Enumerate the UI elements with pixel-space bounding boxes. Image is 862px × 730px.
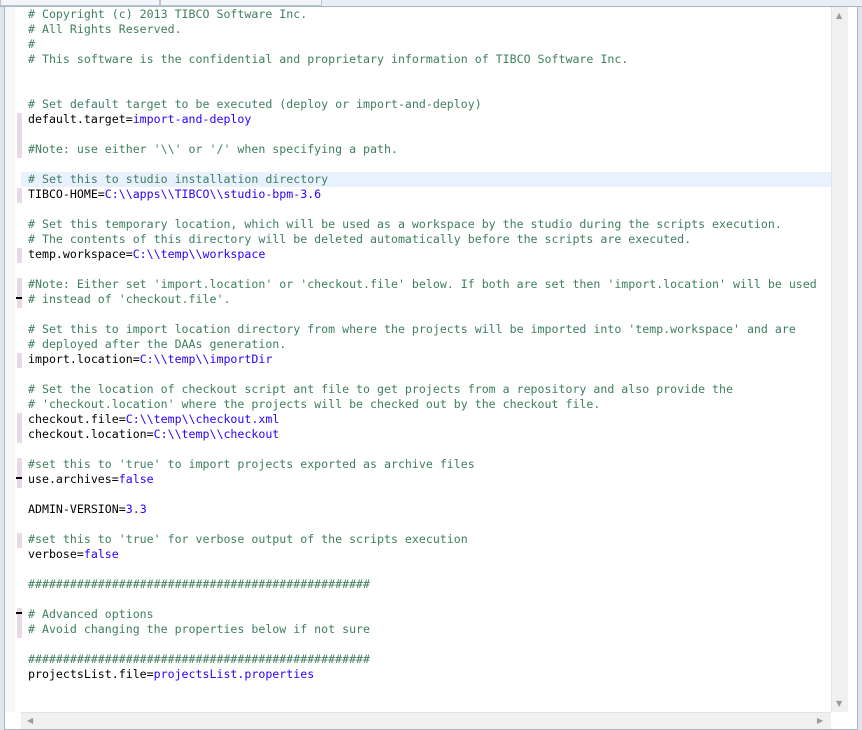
property-key: default.target= bbox=[28, 112, 133, 126]
property-key: import.location= bbox=[28, 352, 140, 366]
comment-line[interactable]: # Set this to import location directory … bbox=[21, 322, 831, 337]
comment-line[interactable]: # Avoid changing the properties below if… bbox=[21, 622, 831, 637]
blank-line[interactable] bbox=[21, 307, 831, 322]
property-line[interactable]: checkout.location=C:\\temp\\checkout bbox=[21, 427, 831, 442]
blank-line[interactable] bbox=[21, 127, 831, 142]
comment-text: # All Rights Reserved. bbox=[28, 22, 182, 36]
property-line[interactable]: ADMIN-VERSION=3.3 bbox=[21, 502, 831, 517]
comment-text: # Set default target to be executed (dep… bbox=[28, 97, 482, 111]
blank-line[interactable] bbox=[21, 442, 831, 457]
comment-text: # Set this temporary location, which wil… bbox=[28, 217, 782, 231]
comment-text: # Copyright (c) 2013 TIBCO Software Inc. bbox=[28, 7, 308, 21]
property-line[interactable]: import.location=C:\\temp\\importDir bbox=[21, 352, 831, 367]
blank-line[interactable] bbox=[21, 592, 831, 607]
blank-line[interactable] bbox=[21, 367, 831, 382]
property-value: C:\\temp\\checkout.xml bbox=[125, 412, 280, 426]
property-value: C:\\temp\\importDir bbox=[139, 352, 273, 366]
comment-text: ########################################… bbox=[28, 652, 371, 666]
comment-text: #set this to 'true' for verbose output o… bbox=[28, 532, 468, 546]
property-key: checkout.location= bbox=[28, 427, 154, 441]
property-key: temp.workspace= bbox=[28, 247, 133, 261]
comment-text: # Avoid changing the properties below if… bbox=[28, 622, 371, 636]
comment-line[interactable]: # All Rights Reserved. bbox=[21, 22, 831, 37]
property-line[interactable]: temp.workspace=C:\\temp\\workspace bbox=[21, 247, 831, 262]
blank-line[interactable] bbox=[21, 487, 831, 502]
comment-line[interactable]: #Note: Either set 'import.location' or '… bbox=[21, 277, 831, 292]
comment-line[interactable]: # instead of 'checkout.file'. bbox=[21, 292, 831, 307]
property-key: use.archives= bbox=[28, 472, 119, 486]
blank-line[interactable] bbox=[21, 637, 831, 652]
comment-text: # deployed after the DAAs generation. bbox=[28, 337, 287, 351]
comment-text: # Set this to import location directory … bbox=[28, 322, 796, 336]
comment-line[interactable]: # Set the location of checkout script an… bbox=[21, 382, 831, 397]
scroll-down-arrow-icon[interactable]: ▼ bbox=[836, 699, 842, 708]
blank-line[interactable] bbox=[21, 157, 831, 172]
comment-text: # The contents of this directory will be… bbox=[28, 232, 692, 246]
comment-text: #set this to 'true' to import projects e… bbox=[28, 457, 475, 471]
property-key: TIBCO-HOME= bbox=[28, 187, 105, 201]
blank-line[interactable] bbox=[21, 262, 831, 277]
property-value: C:\\apps\\TIBCO\\studio-bpm-3.6 bbox=[104, 187, 322, 201]
comment-text: # Advanced options bbox=[28, 607, 154, 621]
property-line[interactable]: TIBCO-HOME=C:\\apps\\TIBCO\\studio-bpm-3… bbox=[21, 187, 831, 202]
scroll-left-arrow-icon[interactable]: ◀ bbox=[27, 716, 33, 725]
comment-line[interactable]: # Set this temporary location, which wil… bbox=[21, 217, 831, 232]
property-line[interactable]: projectsList.file=projectsList.propertie… bbox=[21, 667, 831, 682]
comment-line[interactable]: # Set this to studio installation direct… bbox=[21, 172, 831, 187]
comment-line[interactable]: #set this to 'true' to import projects e… bbox=[21, 457, 831, 472]
property-line[interactable]: verbose=false bbox=[21, 547, 831, 562]
comment-line[interactable]: # This software is the confidential and … bbox=[21, 52, 831, 67]
scroll-up-arrow-icon[interactable]: ▲ bbox=[836, 11, 842, 20]
comment-line[interactable]: ########################################… bbox=[21, 577, 831, 592]
property-key: verbose= bbox=[28, 547, 84, 561]
comment-line[interactable]: #set this to 'true' for verbose output o… bbox=[21, 532, 831, 547]
horizontal-scrollbar[interactable]: ◀ ▶ bbox=[21, 712, 831, 729]
comment-line[interactable]: # 'checkout.location' where the projects… bbox=[21, 397, 831, 412]
vertical-scrollbar[interactable]: ▲ ▼ bbox=[831, 7, 848, 712]
property-value: C:\\temp\\checkout bbox=[153, 427, 280, 441]
property-value: import-and-deploy bbox=[132, 112, 252, 126]
comment-line[interactable]: #Note: use either '\\' or '/' when speci… bbox=[21, 142, 831, 157]
comment-line[interactable]: # Advanced options bbox=[21, 607, 831, 622]
property-value: 3.3 bbox=[125, 502, 147, 516]
property-value: C:\\temp\\workspace bbox=[132, 247, 266, 261]
property-line[interactable]: default.target=import-and-deploy bbox=[21, 112, 831, 127]
blank-line[interactable] bbox=[21, 82, 831, 97]
comment-text: # 'checkout.location' where the projects… bbox=[28, 397, 601, 411]
comment-text: # Set the location of checkout script an… bbox=[28, 382, 733, 396]
comment-line[interactable]: ########################################… bbox=[21, 652, 831, 667]
property-value: false bbox=[83, 547, 119, 561]
blank-line[interactable] bbox=[21, 562, 831, 577]
comment-text: # bbox=[28, 37, 35, 51]
comment-text: # instead of 'checkout.file'. bbox=[28, 292, 231, 306]
comment-line[interactable]: # Copyright (c) 2013 TIBCO Software Inc. bbox=[21, 7, 831, 22]
blank-line[interactable] bbox=[21, 67, 831, 82]
blank-line[interactable] bbox=[21, 517, 831, 532]
comment-text: # Set this to studio installation direct… bbox=[28, 172, 329, 186]
property-value: false bbox=[118, 472, 154, 486]
comment-text: # This software is the confidential and … bbox=[28, 52, 629, 66]
properties-editor-frame: # Copyright (c) 2013 TIBCO Software Inc.… bbox=[4, 6, 858, 730]
scroll-right-arrow-icon[interactable]: ▶ bbox=[817, 716, 823, 725]
comment-line[interactable]: # deployed after the DAAs generation. bbox=[21, 337, 831, 352]
property-key: projectsList.file= bbox=[28, 667, 154, 681]
comment-text: #Note: Either set 'import.location' or '… bbox=[28, 277, 817, 291]
property-key: ADMIN-VERSION= bbox=[28, 502, 126, 516]
vertical-ruler bbox=[5, 7, 15, 712]
comment-text: ########################################… bbox=[28, 577, 371, 591]
comment-text: #Note: use either '\\' or '/' when speci… bbox=[28, 142, 398, 156]
comment-line[interactable]: # bbox=[21, 37, 831, 52]
comment-line[interactable]: # Set default target to be executed (dep… bbox=[21, 97, 831, 112]
comment-line[interactable]: # The contents of this directory will be… bbox=[21, 232, 831, 247]
property-line[interactable]: use.archives=false bbox=[21, 472, 831, 487]
property-line[interactable]: checkout.file=C:\\temp\\checkout.xml bbox=[21, 412, 831, 427]
blank-line[interactable] bbox=[21, 202, 831, 217]
text-editor[interactable]: # Copyright (c) 2013 TIBCO Software Inc.… bbox=[21, 7, 831, 712]
property-key: checkout.file= bbox=[28, 412, 126, 426]
property-value: projectsList.properties bbox=[153, 667, 315, 681]
